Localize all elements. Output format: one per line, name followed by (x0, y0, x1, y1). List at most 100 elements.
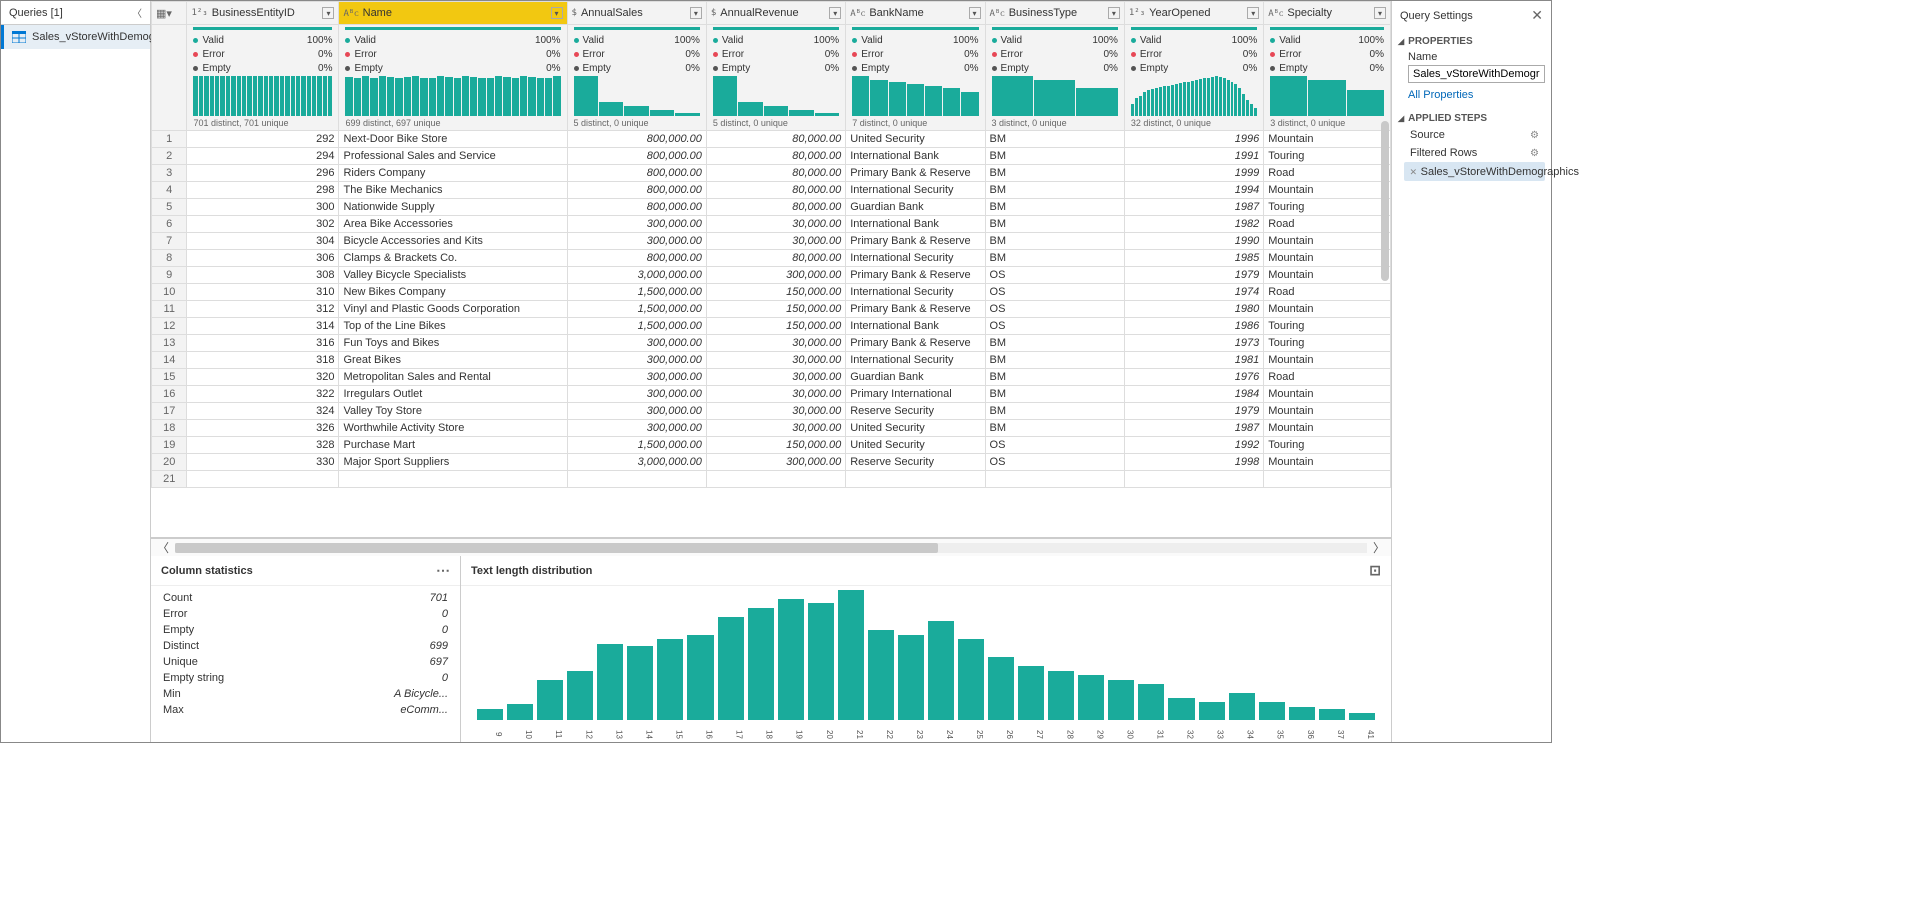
applied-step[interactable]: Filtered Rows⚙ (1404, 144, 1545, 162)
cell[interactable]: 150,000.00 (706, 301, 845, 318)
cell[interactable]: 1987 (1124, 199, 1263, 216)
cell[interactable]: 300,000.00 (567, 386, 706, 403)
cell[interactable]: 3,000,000.00 (567, 267, 706, 284)
cell[interactable]: Mountain (1264, 301, 1391, 318)
cell[interactable]: 320 (187, 369, 339, 386)
cell[interactable]: BM (985, 199, 1124, 216)
table-row[interactable]: 9308Valley Bicycle Specialists3,000,000.… (152, 267, 1391, 284)
cell[interactable]: 1985 (1124, 250, 1263, 267)
cell[interactable]: 294 (187, 148, 339, 165)
cell[interactable]: Guardian Bank (846, 369, 985, 386)
cell[interactable]: 300,000.00 (567, 420, 706, 437)
cell[interactable]: 80,000.00 (706, 148, 845, 165)
cell[interactable]: 30,000.00 (706, 403, 845, 420)
cell[interactable]: Road (1264, 284, 1391, 301)
cell[interactable]: 30,000.00 (706, 386, 845, 403)
cell[interactable] (1264, 471, 1391, 488)
cell[interactable]: Valley Bicycle Specialists (339, 267, 567, 284)
cell[interactable]: 30,000.00 (706, 216, 845, 233)
cell[interactable]: 150,000.00 (706, 284, 845, 301)
cell[interactable]: 300,000.00 (567, 369, 706, 386)
cell[interactable]: Primary International (846, 386, 985, 403)
cell[interactable]: Guardian Bank (846, 199, 985, 216)
cell[interactable]: United Security (846, 420, 985, 437)
cell[interactable]: International Bank (846, 148, 985, 165)
cell[interactable]: BM (985, 233, 1124, 250)
cell[interactable] (339, 471, 567, 488)
cell[interactable]: BM (985, 250, 1124, 267)
cell[interactable]: BM (985, 352, 1124, 369)
table-row[interactable]: 16322Irregulars Outlet300,000.0030,000.0… (152, 386, 1391, 403)
cell[interactable]: Vinyl and Plastic Goods Corporation (339, 301, 567, 318)
query-name-input[interactable] (1408, 65, 1545, 83)
cell[interactable]: Touring (1264, 318, 1391, 335)
gear-icon[interactable]: ⚙ (1530, 130, 1539, 141)
cell[interactable]: 1979 (1124, 267, 1263, 284)
cell[interactable]: OS (985, 437, 1124, 454)
cell[interactable]: 1979 (1124, 403, 1263, 420)
applied-steps-section[interactable]: ◢APPLIED STEPS (1398, 107, 1545, 126)
cell[interactable]: 1982 (1124, 216, 1263, 233)
cell[interactable]: 1994 (1124, 182, 1263, 199)
applied-step[interactable]: ✕Sales_vStoreWithDemographics (1404, 162, 1545, 181)
cell[interactable]: BM (985, 420, 1124, 437)
cell[interactable]: Top of the Line Bikes (339, 318, 567, 335)
cell[interactable]: 30,000.00 (706, 352, 845, 369)
cell[interactable]: Metropolitan Sales and Rental (339, 369, 567, 386)
cell[interactable]: BM (985, 131, 1124, 148)
cell[interactable]: 326 (187, 420, 339, 437)
cell[interactable]: Bicycle Accessories and Kits (339, 233, 567, 250)
table-row[interactable]: 13316Fun Toys and Bikes300,000.0030,000.… (152, 335, 1391, 352)
scroll-right-icon[interactable]: 〉 (1373, 539, 1385, 556)
cell[interactable]: 30,000.00 (706, 335, 845, 352)
cell[interactable]: Mountain (1264, 420, 1391, 437)
cell[interactable]: Worthwhile Activity Store (339, 420, 567, 437)
table-row[interactable]: 14318Great Bikes300,000.0030,000.00Inter… (152, 352, 1391, 369)
cell[interactable]: Primary Bank & Reserve (846, 267, 985, 284)
cell[interactable]: Mountain (1264, 233, 1391, 250)
cell[interactable]: Next-Door Bike Store (339, 131, 567, 148)
cell[interactable]: BM (985, 403, 1124, 420)
cell[interactable]: 80,000.00 (706, 182, 845, 199)
cell[interactable]: 1999 (1124, 165, 1263, 182)
table-row[interactable]: 5300Nationwide Supply800,000.0080,000.00… (152, 199, 1391, 216)
column-header-AnnualSales[interactable]: $AnnualSales▾ (567, 2, 706, 25)
cell[interactable]: 800,000.00 (567, 199, 706, 216)
cell[interactable]: The Bike Mechanics (339, 182, 567, 199)
cell[interactable]: Valley Toy Store (339, 403, 567, 420)
cell[interactable]: 1,500,000.00 (567, 284, 706, 301)
cell[interactable]: Nationwide Supply (339, 199, 567, 216)
cell[interactable]: 80,000.00 (706, 199, 845, 216)
cell[interactable]: 1981 (1124, 352, 1263, 369)
column-header-Name[interactable]: AᴮᴄName▾ (339, 2, 567, 25)
chevron-down-icon[interactable]: ▾ (829, 7, 841, 19)
cell[interactable]: OS (985, 267, 1124, 284)
delete-step-icon[interactable]: ✕ (1410, 165, 1417, 178)
cell[interactable]: 300,000.00 (567, 403, 706, 420)
cell[interactable]: 1987 (1124, 420, 1263, 437)
cell[interactable]: Irregulars Outlet (339, 386, 567, 403)
cell[interactable]: 800,000.00 (567, 131, 706, 148)
cell[interactable]: BM (985, 386, 1124, 403)
cell[interactable]: Mountain (1264, 250, 1391, 267)
cell[interactable]: 308 (187, 267, 339, 284)
cell[interactable]: International Security (846, 284, 985, 301)
close-icon[interactable]: ✕ (1531, 7, 1543, 24)
collapse-icon[interactable]: 〈 (132, 5, 142, 20)
cell[interactable]: 300,000.00 (567, 352, 706, 369)
cell[interactable]: 300 (187, 199, 339, 216)
horizontal-scrollbar[interactable]: 〈 〉 (151, 538, 1391, 556)
cell[interactable]: Professional Sales and Service (339, 148, 567, 165)
cell[interactable]: 80,000.00 (706, 131, 845, 148)
cell[interactable]: 296 (187, 165, 339, 182)
cell[interactable]: 316 (187, 335, 339, 352)
cell[interactable]: 304 (187, 233, 339, 250)
cell[interactable]: 150,000.00 (706, 437, 845, 454)
table-row[interactable]: 20330Major Sport Suppliers3,000,000.0030… (152, 454, 1391, 471)
chevron-down-icon[interactable]: ▾ (1374, 7, 1386, 19)
cell[interactable]: International Bank (846, 216, 985, 233)
table-row[interactable]: 7304Bicycle Accessories and Kits300,000.… (152, 233, 1391, 250)
table-corner[interactable]: ▦▾ (152, 2, 187, 25)
cell[interactable]: 300,000.00 (567, 335, 706, 352)
column-header-BusinessType[interactable]: AᴮᴄBusinessType▾ (985, 2, 1124, 25)
